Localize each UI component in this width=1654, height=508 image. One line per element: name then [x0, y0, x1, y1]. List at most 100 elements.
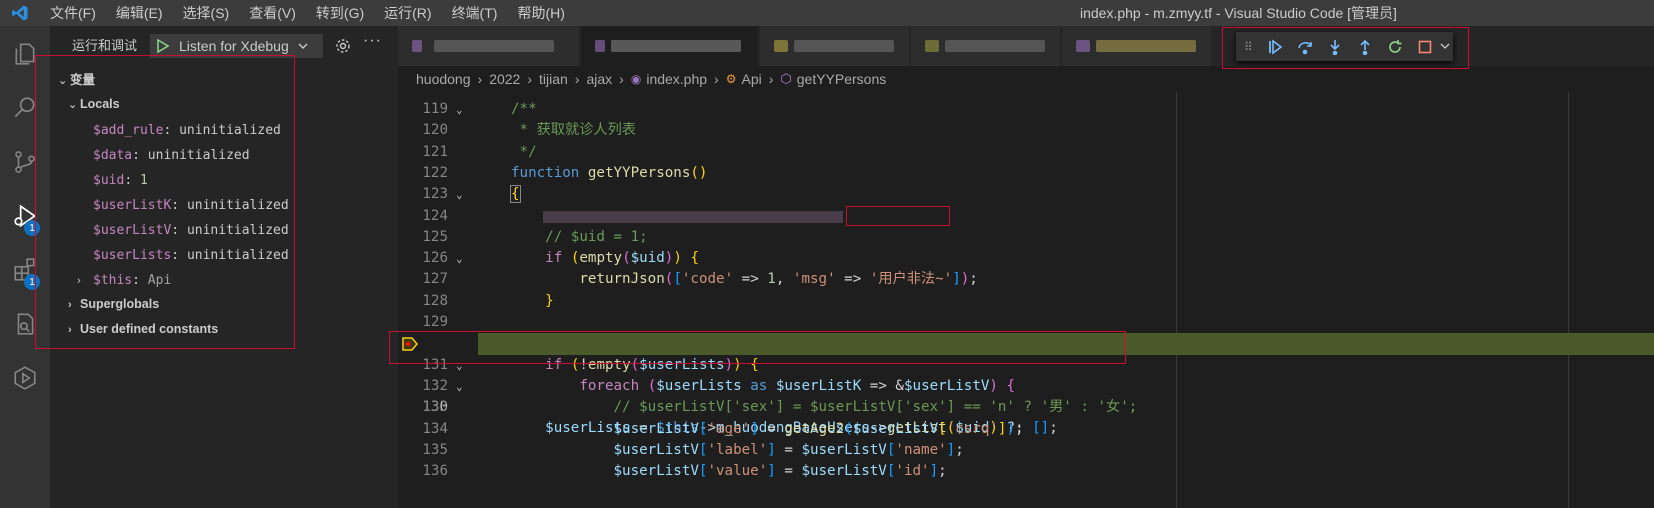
variable-name: $this — [93, 273, 133, 288]
code-line[interactable]: 132 ⌄ foreach ($userLists as $userListK =… — [398, 376, 1654, 397]
variable-row[interactable]: $add_rule: uninitialized — [93, 117, 281, 142]
code-line[interactable]: 120 * 获取就诊人列表 — [398, 120, 1654, 141]
variable-name: $userLists — [93, 248, 172, 263]
launch-config-select[interactable]: Listen for Xdebug — [150, 34, 323, 58]
fold-icon[interactable]: ⌄ — [456, 184, 463, 205]
breadcrumb-item[interactable]: getYYPersons — [797, 71, 887, 87]
code-line[interactable]: 135 $userListV['label'] = $userListV['na… — [398, 440, 1654, 461]
search-icon[interactable] — [0, 84, 50, 132]
test-icon[interactable] — [0, 300, 50, 348]
variable-value: uninitialized — [179, 123, 281, 138]
variable-name: $userListK — [93, 198, 172, 213]
code-line[interactable]: 121 */ — [398, 142, 1654, 163]
menu-edit[interactable]: 编辑(E) — [106, 0, 173, 26]
menu-terminal[interactable]: 终端(T) — [442, 0, 508, 26]
variables-section-header[interactable]: ⌄ 变量 — [58, 68, 95, 93]
gear-icon[interactable] — [335, 38, 351, 54]
code-line[interactable]: 136 $userListV['value'] = $userListV['id… — [398, 461, 1654, 482]
method-icon: ⬡ — [780, 71, 792, 86]
code-editor[interactable]: 119 ⌄/** 120 * 获取就诊人列表 121 */ 122 function… — [398, 92, 1654, 508]
code-line[interactable]: 127 returnJson(['code' => 1, 'msg' => '用… — [398, 269, 1654, 290]
breadcrumb: huodong › 2022 › tijian › ajax › ◉ index.php ›… — [398, 66, 1654, 92]
menu-file[interactable]: 文件(F) — [40, 0, 106, 26]
editor-tab[interactable] — [398, 26, 580, 66]
explorer-icon[interactable] — [0, 30, 50, 78]
locals-scope[interactable]: ⌄ Locals — [68, 92, 120, 117]
sidebar-header: 运行和调试 Listen for Xdebug ··· — [50, 26, 398, 66]
breadcrumb-item[interactable]: index.php — [646, 71, 707, 87]
code-line[interactable]: 133 // $userListV['sex'] = $userListV['s… — [398, 397, 1654, 418]
debug-badge: 1 — [24, 220, 40, 236]
fold-icon[interactable]: ⌄ — [456, 355, 463, 376]
code-line[interactable]: 122 function getYYPersons() — [398, 163, 1654, 184]
code-line[interactable]: 128 } — [398, 291, 1654, 312]
more-actions-icon[interactable]: ··· — [363, 32, 382, 50]
step-into-icon[interactable] — [1320, 32, 1350, 61]
variable-value: Api — [147, 273, 172, 288]
variable-name: $uid — [93, 173, 125, 188]
editor-tab[interactable] — [1062, 26, 1212, 66]
vscode-logo-icon — [0, 0, 40, 26]
editor-tab[interactable] — [760, 26, 910, 66]
variables-label: 变量 — [70, 73, 96, 87]
breadcrumb-item[interactable]: 2022 — [489, 71, 520, 87]
start-debug-icon[interactable] — [156, 39, 170, 53]
breadcrumb-item[interactable]: tijian — [539, 71, 568, 87]
code-line[interactable]: 134 $userListV['age'] = getAge2($userLis… — [398, 419, 1654, 440]
redaction-box — [846, 205, 950, 226]
variable-value: 1 — [139, 173, 148, 188]
breadcrumb-item[interactable]: Api — [741, 71, 761, 87]
restart-icon[interactable] — [1380, 32, 1410, 61]
variable-row[interactable]: $data: uninitialized — [93, 142, 250, 167]
variable-value: uninitialized — [186, 248, 289, 263]
variable-value: uninitialized — [147, 148, 250, 163]
menu-view[interactable]: 查看(V) — [239, 0, 306, 26]
step-out-icon[interactable] — [1350, 32, 1380, 61]
variable-row[interactable]: $userListV: uninitialized — [93, 217, 289, 242]
superglobals-label: Superglobals — [80, 297, 160, 311]
menu-run[interactable]: 运行(R) — [374, 0, 441, 26]
current-execution-line[interactable]: 130 $userLists = $this->m_huodongBaseUse… — [398, 333, 1654, 436]
variable-value: uninitialized — [186, 223, 289, 238]
step-over-icon[interactable] — [1290, 32, 1320, 61]
code-line[interactable]: 123 ⌄{ — [398, 184, 1654, 205]
debug-toolbar: ⠿ — [1236, 32, 1453, 61]
code-line-redacted[interactable]: 124 — [398, 205, 1654, 227]
window-title: index.php - m.zmyy.tf - Visual Studio Co… — [1080, 5, 1397, 21]
source-control-icon[interactable] — [0, 138, 50, 186]
code-line[interactable]: 131 ⌄ if (!empty($userLists)) { — [398, 355, 1654, 376]
variable-row[interactable]: $userListK: uninitialized — [93, 192, 289, 217]
code-line[interactable]: 126 ⌄ if (empty($uid)) { — [398, 248, 1654, 269]
code-line[interactable]: 129 — [398, 312, 1654, 333]
stop-icon[interactable] — [1410, 32, 1440, 61]
user-constants-label: User defined constants — [80, 322, 219, 336]
variable-row-expandable[interactable]: › $this: Api — [77, 267, 171, 292]
editor-tab-active[interactable] — [581, 26, 759, 66]
variable-value: uninitialized — [186, 198, 289, 213]
breadcrumb-item[interactable]: ajax — [586, 71, 612, 87]
chevron-down-icon[interactable] — [1440, 38, 1452, 56]
fold-icon[interactable]: ⌄ — [456, 248, 463, 269]
extensions-badge: 1 — [24, 274, 40, 290]
drag-handle-icon[interactable]: ⠿ — [1244, 40, 1260, 54]
breadcrumb-item[interactable]: huodong — [416, 71, 471, 87]
menu-help[interactable]: 帮助(H) — [507, 0, 574, 26]
continue-icon[interactable] — [1260, 32, 1290, 61]
variable-row[interactable]: $uid: 1 — [93, 167, 148, 192]
code-line[interactable]: 119 ⌄/** — [398, 99, 1654, 120]
title-bar: 文件(F) 编辑(E) 选择(S) 查看(V) 转到(G) 运行(R) 终端(T… — [0, 0, 1654, 26]
remote-play-icon[interactable] — [0, 354, 50, 402]
superglobals-scope[interactable]: › Superglobals — [68, 292, 159, 317]
activity-bar: 1 1 — [0, 26, 50, 508]
editor-tab[interactable] — [911, 26, 1061, 66]
menu-go[interactable]: 转到(G) — [306, 0, 374, 26]
fold-icon[interactable]: ⌄ — [456, 376, 463, 397]
menu-selection[interactable]: 选择(S) — [173, 0, 240, 26]
code-line[interactable]: 125 // $uid = 1; — [398, 227, 1654, 248]
php-file-icon: ◉ — [630, 72, 642, 86]
fold-icon[interactable]: ⌄ — [456, 99, 463, 120]
menu-bar: 文件(F) 编辑(E) 选择(S) 查看(V) 转到(G) 运行(R) 终端(T… — [40, 0, 575, 26]
user-constants-scope[interactable]: › User defined constants — [68, 317, 218, 342]
run-debug-sidebar: 运行和调试 Listen for Xdebug ··· ⌄ 变量 ⌄ Locals … — [50, 26, 398, 508]
variable-row[interactable]: $userLists: uninitialized — [93, 242, 289, 267]
